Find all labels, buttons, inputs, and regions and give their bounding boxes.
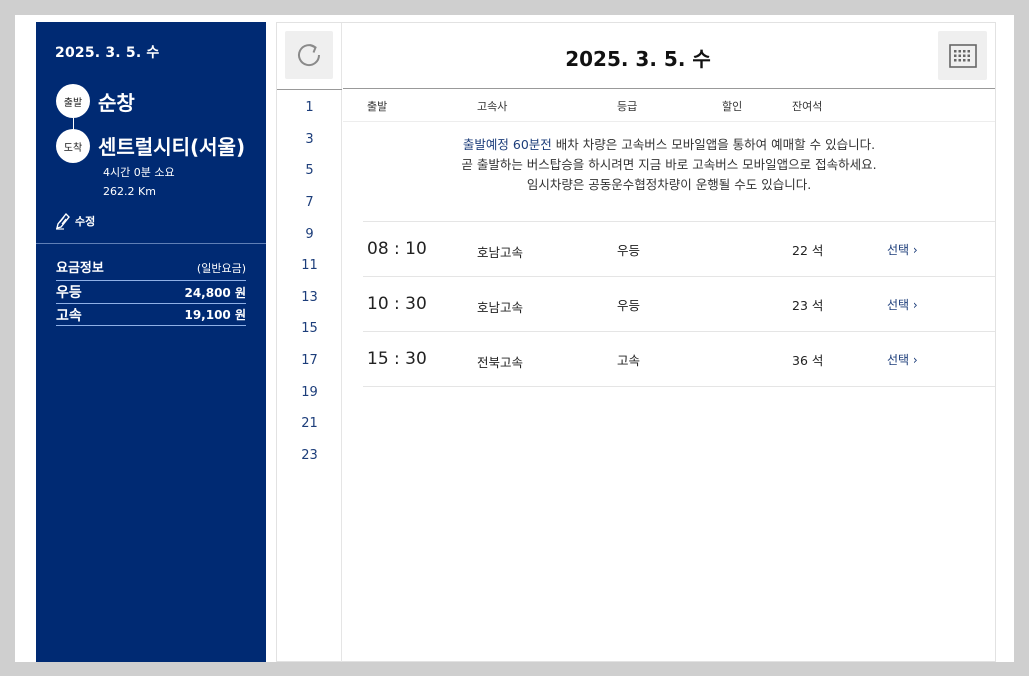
- hour-link[interactable]: 13: [277, 290, 342, 305]
- col-company: 고속사: [477, 100, 508, 113]
- fare-price: 24,800 원: [184, 285, 246, 300]
- schedule-row: 10 : 30 호남고속 우등 23 석 선택 ›: [363, 277, 995, 332]
- edit-pencil-icon: [56, 212, 70, 230]
- departure-terminal: 순창: [98, 91, 135, 115]
- col-departure: 출발: [367, 100, 388, 113]
- hour-link[interactable]: 3: [277, 132, 342, 147]
- select-label: 선택: [887, 298, 910, 312]
- edit-label: 수정: [75, 215, 96, 228]
- calendar-button[interactable]: [938, 31, 987, 80]
- col-discount: 할인: [722, 100, 743, 113]
- travel-duration: 4시간 0분 소요: [103, 166, 175, 179]
- fare-header: 요금정보 (일반요금): [56, 257, 246, 276]
- departure-time: 08 : 10: [367, 239, 427, 259]
- chevron-right-icon: ›: [912, 298, 918, 312]
- fare-row: 우등 24,800 원: [56, 280, 246, 303]
- route-summary-panel: 2025. 3. 5. 수 출발 순창 도착 센트럴시티(서울) 4시간 0분 …: [36, 22, 266, 662]
- bus-company: 호남고속: [477, 300, 524, 315]
- select-label: 선택: [887, 243, 910, 257]
- schedule-header: 2025. 3. 5. 수: [343, 23, 995, 89]
- divider: [36, 243, 266, 244]
- refresh-button[interactable]: [285, 31, 333, 79]
- notice-line: 출발예정 60분전 배차 차량은 고속버스 모바일앱을 통하여 예매할 수 있습…: [343, 135, 995, 155]
- page-frame: 2025. 3. 5. 수 출발 순창 도착 센트럴시티(서울) 4시간 0분 …: [15, 15, 1014, 662]
- remaining-seats: 23 석: [792, 298, 824, 313]
- fare-subtitle: (일반요금): [196, 262, 246, 275]
- hour-link[interactable]: 1: [277, 100, 342, 115]
- select-label: 선택: [887, 353, 910, 367]
- departure-time: 15 : 30: [367, 349, 427, 369]
- notice-text: 배차 차량은 고속버스 모바일앱을 통하여 예매할 수 있습니다.: [551, 137, 876, 152]
- hour-link[interactable]: 19: [277, 385, 342, 400]
- arrival-terminal: 센트럴시티(서울): [98, 135, 246, 159]
- hour-link[interactable]: 21: [277, 416, 342, 431]
- bus-company: 호남고속: [477, 245, 524, 260]
- schedule-panel: 1 3 5 7 9 11 13 15 17 19 21 23 2025. 3. …: [276, 22, 996, 662]
- chevron-right-icon: ›: [912, 243, 918, 257]
- travel-distance: 262.2 Km: [103, 185, 156, 198]
- remaining-seats: 36 석: [792, 353, 824, 368]
- notice-line: 곧 출발하는 버스탑승을 하시려면 지금 바로 고속버스 모바일앱으로 접속하세…: [461, 157, 877, 172]
- remaining-seats: 22 석: [792, 243, 824, 258]
- calendar-icon: [948, 43, 977, 68]
- arrival-badge: 도착: [56, 129, 90, 163]
- hour-link[interactable]: 17: [277, 353, 342, 368]
- notice-highlight: 출발예정 60분전: [462, 137, 552, 152]
- bus-grade: 우등: [617, 298, 641, 313]
- refresh-icon: [298, 44, 321, 67]
- col-seats: 잔여석: [792, 100, 823, 113]
- select-button[interactable]: 선택 ›: [887, 241, 918, 258]
- hour-link[interactable]: 7: [277, 195, 342, 210]
- fare-price: 19,100 원: [184, 308, 246, 322]
- hour-link[interactable]: 11: [277, 258, 342, 273]
- fare-row: 고속 19,100 원: [56, 303, 246, 326]
- notice-line: 임시차량은 공동운수협정차량이 운행될 수도 있습니다.: [526, 177, 812, 192]
- hour-link[interactable]: 5: [277, 163, 342, 178]
- fare-title: 요금정보: [56, 261, 104, 276]
- schedule-row: 15 : 30 전북고속 고속 36 석 선택 ›: [363, 332, 995, 387]
- schedule-date-title: 2025. 3. 5. 수: [565, 47, 711, 71]
- fare-grade: 우등: [56, 285, 82, 301]
- departure-time: 10 : 30: [367, 294, 427, 314]
- hour-link[interactable]: 9: [277, 227, 342, 242]
- hour-link[interactable]: 23: [277, 448, 342, 463]
- edit-route-button[interactable]: 수정: [55, 212, 95, 230]
- departure-badge: 출발: [56, 84, 90, 118]
- bus-company: 전북고속: [477, 355, 524, 370]
- fare-grade: 고속: [56, 307, 82, 324]
- hour-nav: 1 3 5 7 9 11 13 15 17 19 21 23: [277, 23, 342, 662]
- bus-grade: 우등: [617, 243, 641, 258]
- hour-link[interactable]: 15: [277, 321, 342, 336]
- chevron-right-icon: ›: [912, 353, 918, 367]
- col-grade: 등급: [617, 100, 638, 113]
- bus-grade: 고속: [617, 353, 641, 368]
- schedule-row: 08 : 10 호남고속 우등 22 석 선택 ›: [363, 222, 995, 277]
- hour-list: 1 3 5 7 9 11 13 15 17 19 21 23: [277, 89, 342, 463]
- select-button[interactable]: 선택 ›: [887, 296, 918, 313]
- column-headers: 출발 고속사 등급 할인 잔여석: [343, 90, 995, 122]
- summary-date: 2025. 3. 5. 수: [55, 45, 160, 61]
- booking-notice: 출발예정 60분전 배차 차량은 고속버스 모바일앱을 통하여 예매할 수 있습…: [343, 135, 995, 195]
- select-button[interactable]: 선택 ›: [887, 351, 918, 368]
